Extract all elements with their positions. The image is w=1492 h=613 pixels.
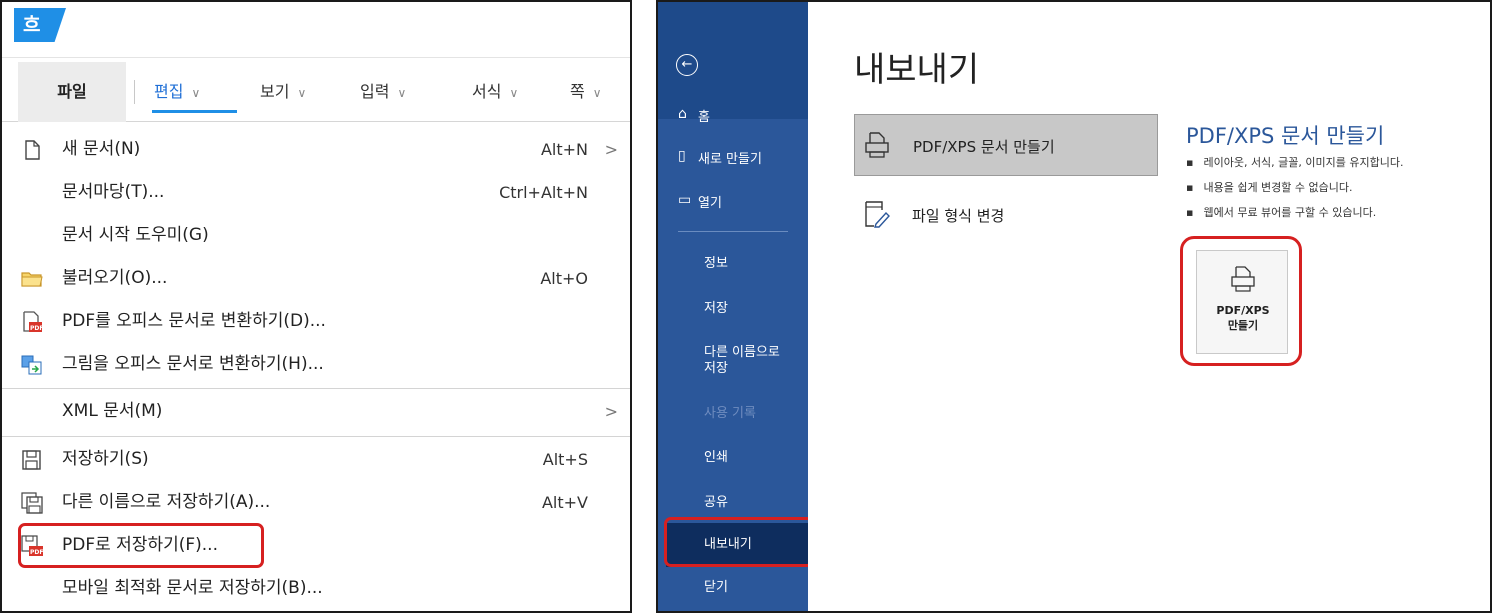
option-label: 파일 형식 변경 <box>912 207 1005 225</box>
bullet-item: 웹에서 무료 뷰어를 구할 수 있습니다. <box>1186 204 1376 220</box>
save-as-icon <box>21 492 43 514</box>
tab-insert[interactable]: 입력 ∨ <box>360 62 406 122</box>
folder-icon <box>21 272 43 287</box>
chevron-down-icon: ∨ <box>592 86 602 100</box>
tab-format-label: 서식 <box>472 82 502 101</box>
chevron-down-icon: ∨ <box>397 86 407 100</box>
menu-divider <box>2 436 630 437</box>
sidebar-item-print[interactable]: 인쇄 <box>704 450 728 466</box>
image-convert-icon <box>21 355 42 375</box>
hancom-title-bar: 흐 <box>2 2 630 58</box>
hancom-menubar: 파일 편집 ∨ 보기 ∨ 입력 ∨ 서식 ∨ 쪽 ∨ <box>2 62 630 122</box>
backstage-main: 내보내기 PDF/XPS 문서 만들기 파일 형식 변경 PDF/XPS 문서 … <box>808 2 1490 611</box>
sidebar-item-history: 사용 기록 <box>704 406 756 421</box>
sidebar-item-save-as[interactable]: 다른 이름으로 저장 <box>704 345 780 377</box>
pdf-save-highlight-box <box>18 523 264 568</box>
menu-item-image-to-office[interactable]: 그림을 오피스 문서로 변환하기(H)... <box>2 343 630 386</box>
sidebar-item-label: 저장 <box>704 361 728 376</box>
menu-item-open[interactable]: 불러오기(O)... Alt+O <box>2 257 630 300</box>
menu-item-start-wizard[interactable]: 문서 시작 도우미(G) <box>2 214 630 257</box>
tab-divider <box>134 80 135 104</box>
menu-item-shortcut: Alt+O <box>540 269 588 288</box>
folder-open-icon: ▭ <box>678 192 692 208</box>
submenu-arrow-icon: > <box>604 402 618 421</box>
tab-view[interactable]: 보기 ∨ <box>260 62 306 122</box>
backstage-sidebar: ← ⌂ 홈 ▯ 새로 만들기 ▭ 열기 정보 저장 다른 이름으로 저장 사용 … <box>658 2 814 611</box>
pdf-xps-icon <box>865 132 889 158</box>
menu-item-label: 다른 이름으로 저장하기(A)... <box>62 492 271 512</box>
sidebar-item-save[interactable]: 저장 <box>704 301 728 317</box>
section-title: PDF/XPS 문서 만들기 <box>1186 124 1385 148</box>
tab-format[interactable]: 서식 ∨ <box>472 62 518 122</box>
sidebar-item-label: 새로 만들기 <box>698 152 762 167</box>
hancom-window: 흐 파일 편집 ∨ 보기 ∨ 입력 ∨ 서식 ∨ 쪽 ∨ 새 문서(N) Alt+N > … <box>0 0 632 613</box>
menu-item-label: PDF를 오피스 문서로 변환하기(D)... <box>62 311 326 331</box>
chevron-down-icon: ∨ <box>297 86 307 100</box>
change-file-type-icon <box>865 201 890 228</box>
word-backstage-window: ← ⌂ 홈 ▯ 새로 만들기 ▭ 열기 정보 저장 다른 이름으로 저장 사용 … <box>656 0 1492 613</box>
bullet-item: 레이아웃, 서식, 글꼴, 이미지를 유지합니다. <box>1186 154 1403 170</box>
menu-item-label: 문서마당(T)... <box>62 182 165 202</box>
sidebar-item-close[interactable]: 닫기 <box>704 580 728 596</box>
menu-item-label: 모바일 최적화 문서로 저장하기(B)... <box>62 578 323 598</box>
tab-edit-underline <box>152 110 237 113</box>
file-menu: 새 문서(N) Alt+N > 문서마당(T)... Ctrl+Alt+N 문서… <box>2 124 630 611</box>
bullet-item: 내용을 쉽게 변경할 수 없습니다. <box>1186 179 1352 195</box>
home-icon: ⌂ <box>678 106 687 122</box>
menu-item-new-document[interactable]: 새 문서(N) Alt+N > <box>2 128 630 171</box>
menu-item-label: 저장하기(S) <box>62 449 149 469</box>
menu-item-label: XML 문서(M) <box>62 401 163 421</box>
create-button-highlight-box <box>1180 236 1302 366</box>
sidebar-item-label: 홈 <box>698 110 710 125</box>
tab-file-label: 파일 <box>57 82 87 101</box>
menu-item-shortcut: Alt+V <box>541 493 588 512</box>
tab-page[interactable]: 쪽 ∨ <box>570 62 602 122</box>
menu-item-label: 불러오기(O)... <box>62 268 168 288</box>
hancom-logo: 흐 <box>14 8 66 42</box>
option-label: PDF/XPS 문서 만들기 <box>913 138 1055 156</box>
sidebar-item-share[interactable]: 공유 <box>704 495 728 511</box>
svg-text:PDF: PDF <box>30 325 43 332</box>
save-icon <box>22 450 41 470</box>
pdf-convert-icon: PDF <box>23 311 43 332</box>
tab-view-label: 보기 <box>260 82 290 101</box>
menu-item-save[interactable]: 저장하기(S) Alt+S <box>2 438 630 481</box>
option-change-file-type[interactable]: 파일 형식 변경 <box>854 184 1158 246</box>
menu-item-save-mobile[interactable]: 모바일 최적화 문서로 저장하기(B)... <box>2 567 630 610</box>
tab-edit-label: 편집 <box>154 82 184 101</box>
menu-item-label: 새 문서(N) <box>62 139 141 159</box>
tab-insert-label: 입력 <box>360 82 390 101</box>
menu-item-label: 문서 시작 도우미(G) <box>62 225 209 245</box>
sidebar-item-label: 다른 이름으로 <box>704 345 780 360</box>
menu-item-templates[interactable]: 문서마당(T)... Ctrl+Alt+N <box>2 171 630 214</box>
menu-divider <box>2 388 630 389</box>
sidebar-item-label: 열기 <box>698 196 722 211</box>
menu-item-save-as[interactable]: 다른 이름으로 저장하기(A)... Alt+V <box>2 481 630 524</box>
menu-item-shortcut: Ctrl+Alt+N <box>499 183 588 202</box>
new-doc-icon <box>25 140 40 160</box>
tab-edit[interactable]: 편집 ∨ <box>154 62 200 122</box>
menu-item-shortcut: Alt+N <box>540 140 588 159</box>
tab-page-label: 쪽 <box>570 82 585 101</box>
menu-item-shortcut: Alt+S <box>542 450 588 469</box>
menu-item-xml[interactable]: XML 문서(M) > <box>2 390 630 433</box>
submenu-arrow-icon: > <box>604 140 618 159</box>
option-create-pdf-xps[interactable]: PDF/XPS 문서 만들기 <box>854 114 1158 176</box>
menu-item-pdf-to-office[interactable]: PDF PDF를 오피스 문서로 변환하기(D)... <box>2 300 630 343</box>
chevron-down-icon: ∨ <box>191 86 201 100</box>
back-arrow-icon[interactable]: ← <box>676 54 698 76</box>
export-highlight-box <box>664 517 814 567</box>
tab-file[interactable]: 파일 <box>18 62 126 122</box>
new-doc-icon: ▯ <box>678 148 686 164</box>
page-title: 내보내기 <box>854 50 980 90</box>
chevron-down-icon: ∨ <box>509 86 519 100</box>
sidebar-item-info[interactable]: 정보 <box>704 256 728 272</box>
sidebar-divider <box>678 231 788 232</box>
menu-item-label: 그림을 오피스 문서로 변환하기(H)... <box>62 354 324 374</box>
